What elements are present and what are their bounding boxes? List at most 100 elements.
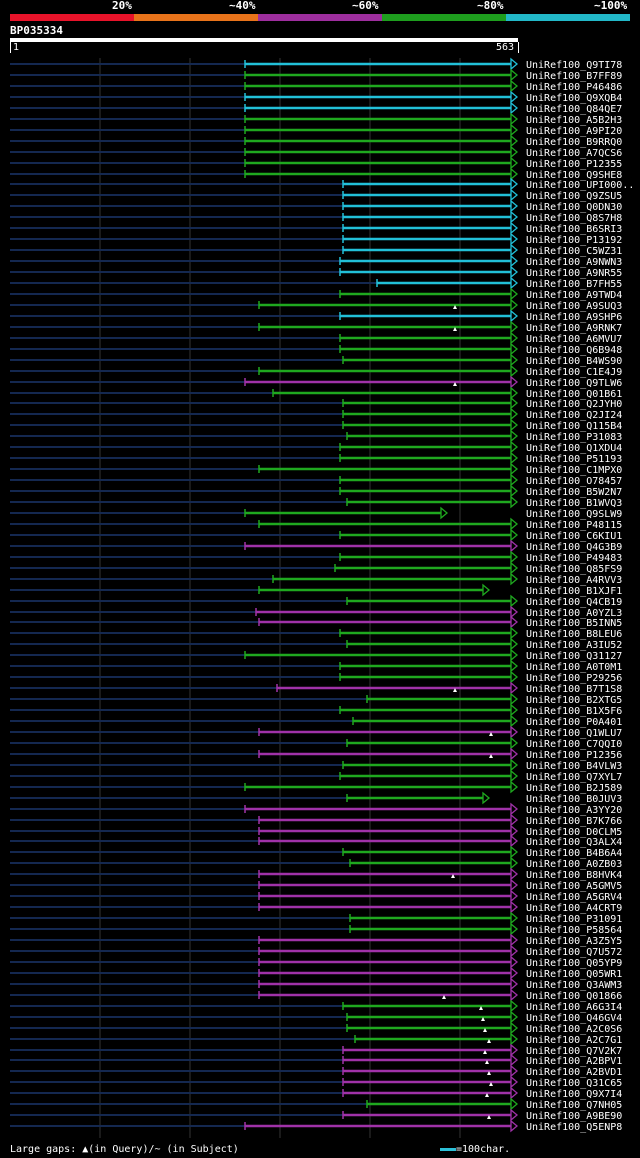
hit-label[interactable]: UniRef100_B1WVQ3: [526, 498, 622, 509]
hit-label[interactable]: UniRef100_Q2JI24: [526, 410, 622, 421]
hit-arrowhead: [510, 276, 519, 290]
hit-label[interactable]: UniRef100_A5B2H3: [526, 115, 622, 126]
hit-label[interactable]: UniRef100_Q1XDU4: [526, 443, 622, 454]
hit-label[interactable]: UniRef100_Q7U572: [526, 947, 622, 958]
hit-label[interactable]: UniRef100_B4WS90: [526, 356, 622, 367]
hit-label[interactable]: UniRef100_P31091: [526, 914, 622, 925]
hit-label[interactable]: UniRef100_B0JUV3: [526, 794, 622, 805]
hit-label[interactable]: UniRef100_P13192: [526, 235, 622, 246]
hit-label[interactable]: UniRef100_P58564: [526, 925, 622, 936]
hit-label[interactable]: UniRef100_A5GMV5: [526, 881, 622, 892]
hit-label[interactable]: UniRef100_P29256: [526, 673, 622, 684]
hit-arrowhead: [510, 232, 519, 246]
hit-label[interactable]: UniRef100_A9PI20: [526, 126, 622, 137]
hit-label[interactable]: UniRef100_A6G3I4: [526, 1002, 622, 1013]
hit-label[interactable]: UniRef100_Q05YP9: [526, 958, 622, 969]
hit-label[interactable]: UniRef100_A9RNK7: [526, 323, 622, 334]
hit-label[interactable]: UniRef100_P49483: [526, 553, 622, 564]
hit-label[interactable]: UniRef100_B7T1S8: [526, 684, 622, 695]
hit-label[interactable]: UniRef100_A3YY20: [526, 805, 622, 816]
hit-label[interactable]: UniRef100_Q115B4: [526, 421, 622, 432]
hit-label[interactable]: UniRef100_A2BVD1: [526, 1067, 622, 1078]
hit-label[interactable]: UniRef100_C6KIU1: [526, 531, 622, 542]
hit-label[interactable]: UniRef100_A7QCS6: [526, 148, 622, 159]
hit-label[interactable]: UniRef100_A9TWD4: [526, 290, 622, 301]
hit-label[interactable]: UniRef100_A9BE90: [526, 1111, 622, 1122]
hit-label[interactable]: UniRef100_Q9X7I4: [526, 1089, 622, 1100]
hit-label[interactable]: UniRef100_Q3ALX4: [526, 837, 622, 848]
hit-label[interactable]: UniRef100_B5INN5: [526, 618, 622, 629]
hit-label[interactable]: UniRef100_B1X5F6: [526, 706, 622, 717]
hit-label[interactable]: UniRef100_B2XTG5: [526, 695, 622, 706]
hit-label[interactable]: UniRef100_P12355: [526, 159, 622, 170]
hit-label[interactable]: UniRef100_Q9ZSU5: [526, 191, 622, 202]
hit-label[interactable]: UniRef100_B7FH55: [526, 279, 622, 290]
hit-label[interactable]: UniRef100_Q6B948: [526, 345, 622, 356]
hit-label[interactable]: UniRef100_A9NWN3: [526, 257, 622, 268]
hit-label[interactable]: UniRef100_A6MVU7: [526, 334, 622, 345]
hit-label[interactable]: UniRef100_B7FF89: [526, 71, 622, 82]
hit-label[interactable]: UniRef100_O78457: [526, 476, 622, 487]
hit-label[interactable]: UniRef100_Q4CB19: [526, 597, 622, 608]
hit-label[interactable]: UniRef100_A4RVV3: [526, 575, 622, 586]
hit-label[interactable]: UniRef100_B1XJF1: [526, 586, 622, 597]
hit-label[interactable]: UniRef100_B6SRI3: [526, 224, 622, 235]
hit-label[interactable]: UniRef100_B8HVK4: [526, 870, 622, 881]
hit-label[interactable]: UniRef100_Q9TI78: [526, 60, 622, 71]
hit-label[interactable]: UniRef100_P31083: [526, 432, 622, 443]
hit-label[interactable]: UniRef100_C1MPX0: [526, 465, 622, 476]
hit-label[interactable]: UniRef100_P0A401: [526, 717, 622, 728]
hit-label[interactable]: UniRef100_P48115: [526, 520, 622, 531]
hit-label[interactable]: UniRef100_Q8S7H8: [526, 213, 622, 224]
hit-label[interactable]: UniRef100_Q9TLW6: [526, 378, 622, 389]
hit-label[interactable]: UniRef100_Q31C65: [526, 1078, 622, 1089]
hit-arrowhead: [510, 429, 519, 443]
hit-label[interactable]: UniRef100_Q31127: [526, 651, 622, 662]
hit-label[interactable]: UniRef100_B8LEU6: [526, 629, 622, 640]
hit-label[interactable]: UniRef100_Q2JYH0: [526, 399, 622, 410]
hit-label[interactable]: UniRef100_A2C7G1: [526, 1035, 622, 1046]
hit-label[interactable]: UniRef100_B2J589: [526, 783, 622, 794]
hit-label[interactable]: UniRef100_Q7NH05: [526, 1100, 622, 1111]
hit-label[interactable]: UniRef100_Q46GV4: [526, 1013, 622, 1024]
hit-arrowhead: [510, 440, 519, 454]
hit-label[interactable]: UniRef100_A9SUQ3: [526, 301, 622, 312]
hit-label[interactable]: UniRef100_A2BPV1: [526, 1056, 622, 1067]
hit-label[interactable]: UniRef100_Q05WR1: [526, 969, 622, 980]
hit-label[interactable]: UniRef100_A9SHP6: [526, 312, 622, 323]
hit-label[interactable]: UniRef100_P12356: [526, 750, 622, 761]
hit-label[interactable]: UniRef100_Q85FS9: [526, 564, 622, 575]
hit-label[interactable]: UniRef100_Q9SLW9: [526, 509, 622, 520]
hit-label[interactable]: UniRef100_A2C0S6: [526, 1024, 622, 1035]
hit-label[interactable]: UniRef100_Q0DN30: [526, 202, 622, 213]
hit-arrowhead: [482, 583, 491, 597]
hit-label[interactable]: UniRef100_A5GRV4: [526, 892, 622, 903]
hit-label[interactable]: UniRef100_Q1WLU7: [526, 728, 622, 739]
hit-label[interactable]: UniRef100_P46486: [526, 82, 622, 93]
hit-label[interactable]: UniRef100_Q5ENP8: [526, 1122, 622, 1133]
hit-label[interactable]: UniRef100_A3Z5Y5: [526, 936, 622, 947]
hit-label[interactable]: UniRef100_A3IU52: [526, 640, 622, 651]
hit-arrowhead: [510, 1086, 519, 1100]
hit-label[interactable]: UniRef100_A4CRT9: [526, 903, 622, 914]
hit-label[interactable]: UniRef100_UPI000..: [526, 180, 634, 191]
hit-label[interactable]: UniRef100_B9RRQ0: [526, 137, 622, 148]
hit-label[interactable]: UniRef100_B5W2N7: [526, 487, 622, 498]
hit-label[interactable]: UniRef100_B7K766: [526, 816, 622, 827]
hit-label[interactable]: UniRef100_A9NR55: [526, 268, 622, 279]
hit-label[interactable]: UniRef100_A0ZB03: [526, 859, 622, 870]
hit-label[interactable]: UniRef100_Q01866: [526, 991, 622, 1002]
hit-label[interactable]: UniRef100_B4VLW3: [526, 761, 622, 772]
hit-label[interactable]: UniRef100_Q9XQB4: [526, 93, 622, 104]
hit-label[interactable]: UniRef100_C7QQI0: [526, 739, 622, 750]
hit-label[interactable]: UniRef100_B4B6A4: [526, 848, 622, 859]
hit-label[interactable]: UniRef100_Q4G3B9: [526, 542, 622, 553]
hit-label[interactable]: UniRef100_Q3AWM3: [526, 980, 622, 991]
hit-arrowhead: [510, 495, 519, 509]
hit-label[interactable]: UniRef100_A0T0M1: [526, 662, 622, 673]
hit-label[interactable]: UniRef100_C5WZ31: [526, 246, 622, 257]
hit-label[interactable]: UniRef100_P51193: [526, 454, 622, 465]
hit-label[interactable]: UniRef100_C1E4J9: [526, 367, 622, 378]
hit-label[interactable]: UniRef100_Q7XYL7: [526, 772, 622, 783]
hit-label[interactable]: UniRef100_Q84QE7: [526, 104, 622, 115]
